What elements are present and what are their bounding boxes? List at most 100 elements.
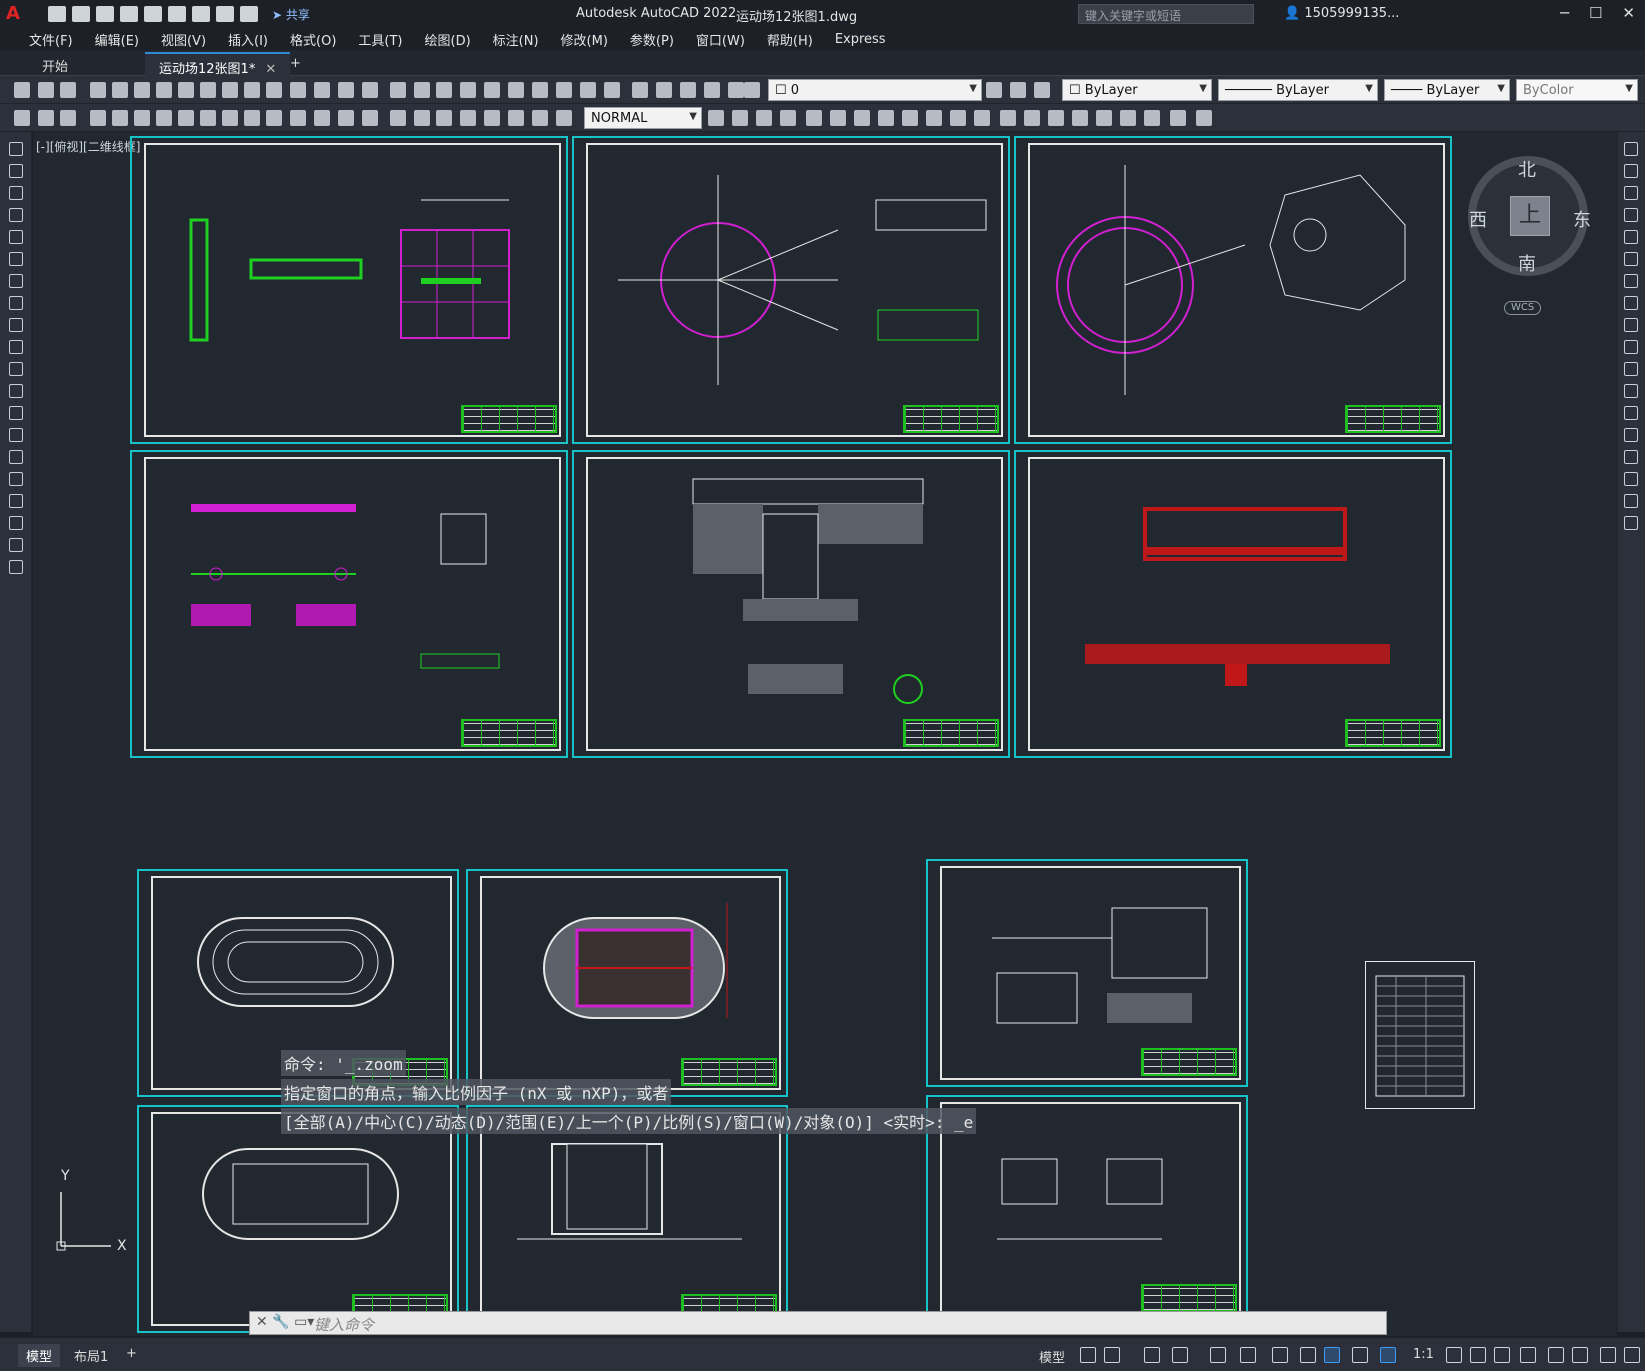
modify-tool-icon[interactable] [1624, 208, 1638, 222]
draw-tool-icon[interactable] [9, 406, 23, 420]
open-icon[interactable] [72, 6, 90, 22]
toolbar-tool-icon[interactable] [1170, 110, 1186, 126]
drawing-sheet[interactable] [1014, 450, 1452, 758]
toolbar-tool-icon[interactable] [390, 82, 406, 98]
toolbar-tool-icon[interactable] [290, 82, 306, 98]
toolbar-tool-icon[interactable] [580, 82, 596, 98]
menu-item[interactable]: 帮助(H) [756, 30, 824, 49]
tab-document[interactable]: 运动场12张图1* ✕ [145, 52, 291, 77]
dimstyle-dropdown[interactable]: NORMAL ▼ [584, 107, 702, 129]
draw-tool-icon[interactable] [9, 450, 23, 464]
print-icon[interactable] [192, 6, 210, 22]
status-toggle-icon[interactable] [1624, 1347, 1640, 1363]
toolbar-tool-icon[interactable] [1144, 110, 1160, 126]
toolbar-tool-icon[interactable] [728, 82, 744, 98]
draw-tool-icon[interactable] [9, 142, 23, 156]
toolbar-tool-icon[interactable] [200, 82, 216, 98]
modify-tool-icon[interactable] [1624, 428, 1638, 442]
toolbar-tool-icon[interactable] [1034, 82, 1050, 98]
toolbar-tool-icon[interactable] [414, 82, 430, 98]
status-toggle-icon[interactable] [1080, 1347, 1096, 1363]
menu-item[interactable]: 参数(P) [619, 30, 685, 49]
linetype-dropdown[interactable]: ────── ByLayer ▼ [1218, 79, 1378, 101]
status-toggle-icon[interactable] [1104, 1347, 1120, 1363]
modify-tool-icon[interactable] [1624, 340, 1638, 354]
toolbar-tool-icon[interactable] [314, 82, 330, 98]
status-toggle-icon[interactable] [1210, 1347, 1226, 1363]
draw-tool-icon[interactable] [9, 384, 23, 398]
toolbar-tool-icon[interactable] [656, 82, 672, 98]
drawing-canvas[interactable]: [-][俯视][二维线框] 北 南 东 西 上 WCS Y X [33, 132, 1617, 1336]
toolbar-tool-icon[interactable] [1024, 110, 1040, 126]
draw-tool-icon[interactable] [9, 274, 23, 288]
model-space-button[interactable]: 模型 [1039, 1347, 1065, 1366]
command-input[interactable]: 键入命令 [249, 1311, 1387, 1335]
command-line-close-icon[interactable]: ✕ 🔧 ▭▾ [256, 1314, 314, 1330]
plotstyle-dropdown[interactable]: ByColor ▼ [1516, 79, 1638, 101]
status-toggle-icon[interactable] [1572, 1347, 1588, 1363]
save-icon[interactable] [96, 6, 114, 22]
drawing-sheet[interactable] [130, 136, 568, 444]
toolbar-tool-icon[interactable] [744, 82, 760, 98]
toolbar-tool-icon[interactable] [362, 82, 378, 98]
toolbar-tool-icon[interactable] [532, 110, 548, 126]
close-icon[interactable]: ✕ [1622, 4, 1635, 22]
toolbar-tool-icon[interactable] [926, 110, 942, 126]
draw-tool-icon[interactable] [9, 164, 23, 178]
toolbar-tool-icon[interactable] [222, 110, 238, 126]
menu-item[interactable]: 格式(O) [279, 30, 347, 49]
toolbar-tool-icon[interactable] [780, 110, 796, 126]
material-table-sheet[interactable] [1365, 961, 1475, 1109]
viewcube-north[interactable]: 北 [1518, 156, 1536, 182]
toolbar-tool-icon[interactable] [974, 110, 990, 126]
menu-item[interactable]: 视图(V) [150, 30, 217, 49]
draw-tool-icon[interactable] [9, 296, 23, 310]
draw-tool-icon[interactable] [9, 362, 23, 376]
menu-item[interactable]: 编辑(E) [84, 30, 150, 49]
toolbar-tool-icon[interactable] [1196, 110, 1212, 126]
modify-tool-icon[interactable] [1624, 450, 1638, 464]
redo-icon[interactable] [240, 6, 258, 22]
maximize-icon[interactable]: ☐ [1589, 4, 1602, 22]
status-toggle-icon[interactable] [1272, 1347, 1288, 1363]
status-toggle-icon[interactable] [1446, 1347, 1462, 1363]
modify-tool-icon[interactable] [1624, 406, 1638, 420]
viewcube-south[interactable]: 南 [1518, 250, 1536, 276]
tab-start[interactable]: 开始 [28, 52, 82, 76]
tab-model[interactable]: 模型 [18, 1344, 61, 1367]
toolbar-tool-icon[interactable] [756, 110, 772, 126]
toolbar-tool-icon[interactable] [556, 82, 572, 98]
toolbar-tool-icon[interactable] [1096, 110, 1112, 126]
toolbar-tool-icon[interactable] [556, 110, 572, 126]
draw-tool-icon[interactable] [9, 252, 23, 266]
toolbar-tool-icon[interactable] [338, 82, 354, 98]
toolbar-tool-icon[interactable] [38, 82, 54, 98]
drawing-sheet[interactable] [130, 450, 568, 758]
toolbar-tool-icon[interactable] [112, 110, 128, 126]
status-toggle-icon[interactable] [1520, 1347, 1536, 1363]
modify-tool-icon[interactable] [1624, 186, 1638, 200]
menu-item[interactable]: 插入(I) [217, 30, 279, 49]
modify-tool-icon[interactable] [1624, 230, 1638, 244]
toolbar-tool-icon[interactable] [986, 82, 1002, 98]
modify-tool-icon[interactable] [1624, 516, 1638, 530]
toolbar-tool-icon[interactable] [1010, 82, 1026, 98]
new-icon[interactable] [48, 6, 66, 22]
status-toggle-icon[interactable] [1494, 1347, 1510, 1363]
menu-item[interactable]: Express [824, 32, 897, 47]
toolbar-tool-icon[interactable] [1048, 110, 1064, 126]
toolbar-tool-icon[interactable] [830, 110, 846, 126]
toolbar-tool-icon[interactable] [680, 82, 696, 98]
toolbar-tool-icon[interactable] [704, 82, 720, 98]
toolbar-tool-icon[interactable] [156, 110, 172, 126]
annotation-scale[interactable]: 1:1 [1413, 1347, 1434, 1362]
status-toggle-icon[interactable] [1144, 1347, 1160, 1363]
draw-tool-icon[interactable] [9, 230, 23, 244]
close-tab-icon[interactable]: ✕ [265, 62, 276, 77]
viewcube-top-face[interactable]: 上 [1510, 196, 1550, 236]
menu-item[interactable]: 标注(N) [482, 30, 550, 49]
toolbar-tool-icon[interactable] [134, 82, 150, 98]
lineweight-dropdown[interactable]: ──── ByLayer ▼ [1384, 79, 1510, 101]
toolbar-tool-icon[interactable] [362, 110, 378, 126]
toolbar-tool-icon[interactable] [60, 82, 76, 98]
